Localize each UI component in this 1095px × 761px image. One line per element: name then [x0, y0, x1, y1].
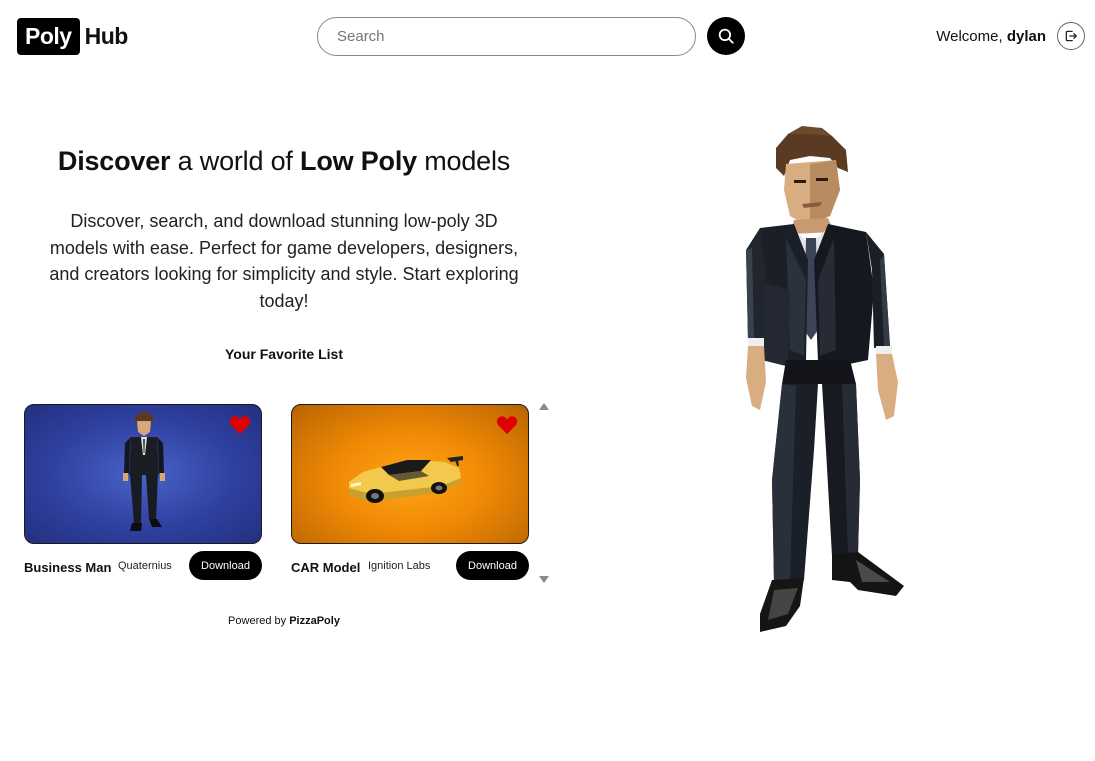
welcome-prefix: Welcome, [936, 28, 1003, 45]
favorites-scrollbar[interactable] [537, 401, 551, 587]
logo-text: Hub [84, 23, 129, 49]
search-button[interactable] [707, 17, 745, 55]
hero-title-text-2: models [416, 146, 511, 176]
powered-prefix: Powered by [228, 615, 290, 627]
welcome-message: Welcome, dylan [936, 28, 1046, 45]
hero-description: Discover, search, and download stunning … [49, 211, 519, 311]
search-input[interactable] [317, 17, 696, 56]
model-name: CAR Model [291, 560, 361, 575]
download-button[interactable]: Download [189, 551, 262, 580]
card-info: Business Man Quaternius Download [24, 550, 262, 586]
business-man-3d-model [746, 126, 904, 632]
favorites-title: Your Favorite List [225, 346, 343, 362]
business-man-thumbnail [123, 412, 165, 531]
username: dylan [1006, 28, 1046, 45]
scroll-down-icon[interactable] [539, 576, 549, 583]
hero-title-bold-1: Discover [57, 146, 171, 176]
logo[interactable]: Poly Hub [17, 18, 128, 55]
car-model-thumbnail [349, 456, 463, 503]
model-thumbnail[interactable] [24, 404, 262, 544]
favorite-card: CAR Model Ignition Labs Download [291, 404, 529, 586]
model-thumbnail[interactable] [291, 404, 529, 544]
heart-icon[interactable] [496, 415, 518, 435]
hero-title: Discover a world of Low Poly models [24, 146, 544, 177]
model-author: Quaternius [118, 560, 172, 572]
logout-icon [1065, 30, 1077, 42]
heart-icon[interactable] [229, 415, 251, 435]
model-name: Business Man [24, 560, 112, 575]
powered-brand: PizzaPoly [289, 615, 340, 627]
scroll-up-icon[interactable] [539, 403, 549, 410]
logout-button[interactable] [1057, 22, 1085, 50]
logo-mark: Poly [17, 18, 80, 55]
model-viewer[interactable] [690, 120, 960, 640]
hero-title-bold-2: Low Poly [300, 146, 417, 176]
search-icon [718, 28, 734, 44]
card-info: CAR Model Ignition Labs Download [291, 550, 529, 586]
model-author: Ignition Labs [368, 560, 431, 572]
hero-title-text-1: a world of [170, 146, 301, 176]
favorite-card: Business Man Quaternius Download [24, 404, 262, 586]
powered-by: Powered by PizzaPoly [24, 615, 544, 627]
download-button[interactable]: Download [456, 551, 529, 580]
